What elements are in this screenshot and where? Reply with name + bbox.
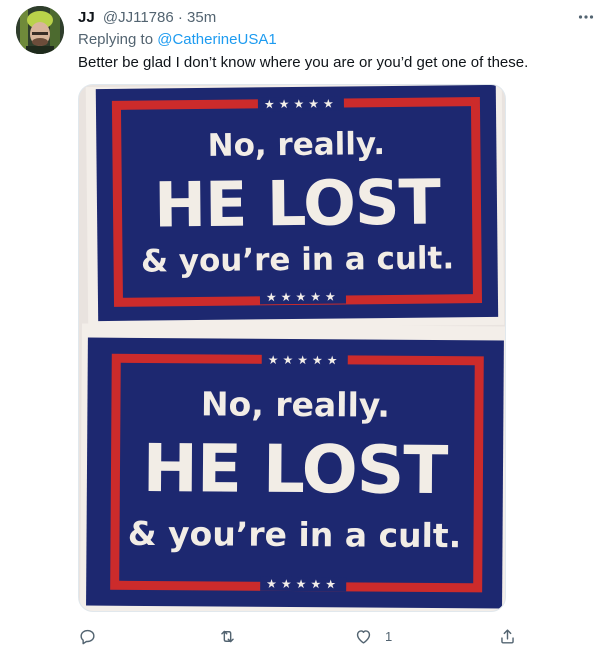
avatar-image bbox=[16, 6, 64, 54]
replying-to-link[interactable]: @CatherineUSA1 bbox=[157, 31, 276, 48]
like-button[interactable]: 1 bbox=[354, 622, 392, 650]
avatar[interactable] bbox=[16, 6, 64, 54]
tweet-actions: 1 bbox=[78, 622, 518, 650]
reply-bubble-icon bbox=[80, 629, 95, 644]
sign-1-stars-bottom: ★★★★★ bbox=[259, 289, 346, 305]
sign-2-stars-top: ★★★★★ bbox=[261, 352, 348, 368]
sign-2-line-1: No, really. bbox=[200, 384, 391, 425]
reply-button[interactable] bbox=[78, 622, 109, 650]
tweet-text: Better be glad I don’t know where you ar… bbox=[78, 54, 529, 71]
sign-1-line-2: HE LOST bbox=[153, 165, 441, 242]
replying-prefix: Replying to bbox=[78, 31, 154, 48]
header-separator: · bbox=[177, 9, 183, 26]
sign-1: ★★★★★ ★★★★★ No, really. HE LOST & you’re… bbox=[85, 85, 505, 330]
share-upload-icon bbox=[501, 628, 514, 644]
timestamp[interactable]: 35m bbox=[187, 9, 216, 26]
sign-2-line-2: HE LOST bbox=[142, 429, 448, 510]
sign-2-line-3: & you’re in a cult. bbox=[127, 513, 462, 556]
tweet-media[interactable]: ★★★★★ ★★★★★ No, really. HE LOST & you’re… bbox=[78, 84, 506, 612]
sign-1-line-1: No, really. bbox=[207, 126, 386, 164]
heart-icon bbox=[356, 629, 371, 644]
tweet-header: JJ @JJ11786 · 35m bbox=[78, 8, 571, 28]
sign-1-panel: ★★★★★ ★★★★★ No, really. HE LOST & you’re… bbox=[95, 85, 499, 322]
retweet-button[interactable] bbox=[218, 622, 249, 650]
more-dots-icon[interactable] bbox=[575, 6, 597, 28]
sign-2-stars-bottom: ★★★★★ bbox=[260, 576, 347, 592]
sign-1-stars-top: ★★★★★ bbox=[257, 96, 344, 112]
replying-to: Replying to @CatherineUSA1 bbox=[78, 30, 277, 50]
display-name[interactable]: JJ bbox=[78, 9, 95, 26]
tweet-card[interactable]: JJ @JJ11786 · 35m Replying to @Catherine… bbox=[0, 0, 611, 652]
share-button[interactable] bbox=[498, 622, 529, 650]
like-count: 1 bbox=[385, 628, 393, 644]
sign-2-panel: ★★★★★ ★★★★★ No, really. HE LOST & you’re… bbox=[86, 337, 504, 609]
sign-1-line-3: & you’re in a cult. bbox=[140, 240, 455, 280]
retweet-icon bbox=[221, 630, 234, 642]
user-handle[interactable]: @JJ11786 bbox=[103, 9, 174, 26]
sign-2: ★★★★★ ★★★★★ No, really. HE LOST & you’re… bbox=[79, 323, 505, 611]
